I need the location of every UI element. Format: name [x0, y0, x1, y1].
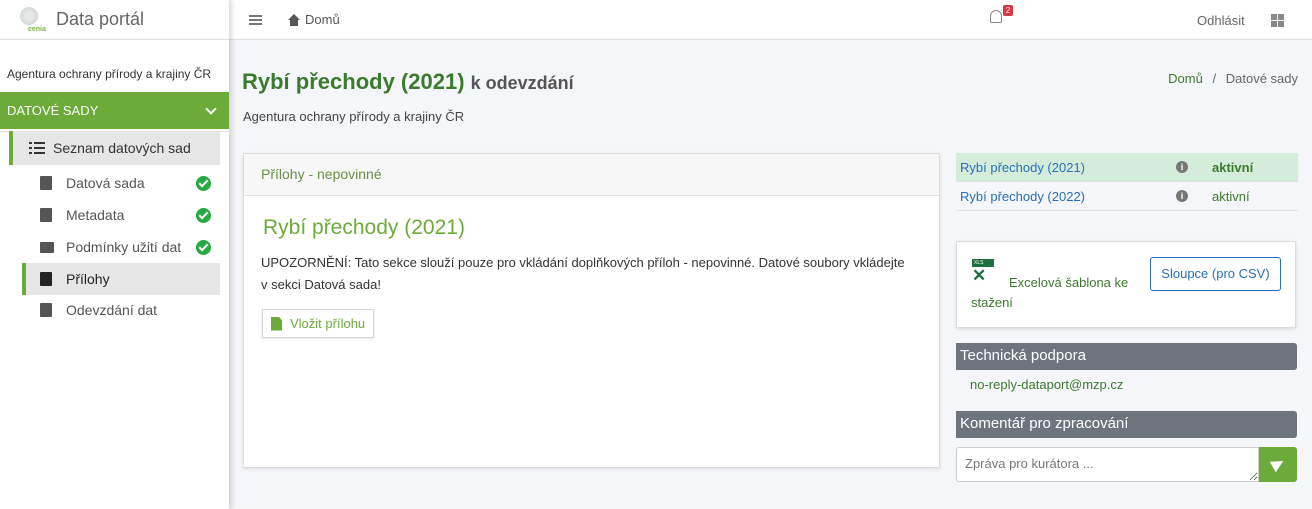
clipboard-check-icon — [40, 303, 52, 317]
page-subtitle: Agentura ochrany přírody a krajiny ČR — [243, 109, 465, 124]
support-header: Technická podpora — [956, 343, 1297, 370]
home-icon — [287, 13, 301, 26]
info-icon[interactable]: i — [1176, 161, 1188, 173]
sidebar-item-submission[interactable]: Odevzdání dat — [22, 294, 220, 326]
file-icon — [40, 272, 52, 286]
brand-name: Data portál — [56, 9, 145, 29]
breadcrumb: Domů / Datové sady — [1168, 71, 1298, 86]
cenia-logo: cenia — [18, 5, 48, 35]
bell-icon[interactable] — [990, 10, 1002, 23]
check-circle-icon — [196, 175, 211, 191]
list-icon — [29, 141, 45, 155]
sidebar-item-label: Seznam datových sad — [53, 140, 191, 156]
dataset-versions-table: Rybí přechody (2021) i aktivní Rybí přec… — [956, 153, 1298, 211]
breadcrumb-separator: / — [1212, 71, 1217, 86]
comment-header: Komentář pro zpracování — [956, 411, 1297, 438]
clipboard-list-icon — [40, 208, 52, 222]
add-attachment-button[interactable]: Vložit přílohu — [262, 309, 375, 338]
warning-text: UPOZORNĚNÍ: Tato sekce slouží pouze pro … — [261, 255, 905, 292]
clipboard-icon — [40, 176, 52, 190]
check-circle-icon — [196, 239, 211, 255]
version-link[interactable]: Rybí přechody (2021) — [960, 160, 1085, 175]
file-icon — [271, 316, 282, 331]
logout-link[interactable]: Odhlásit — [1197, 13, 1245, 28]
page-title-suffix: k odevzdání — [470, 73, 574, 93]
sidebar-item-label: Přílohy — [66, 271, 110, 287]
sidebar-item-attachments[interactable]: Přílohy — [22, 263, 220, 295]
page-title: Rybí přechody (2021) k odevzdání — [242, 69, 574, 95]
status-text: aktivní — [1212, 188, 1250, 204]
table-row: Rybí přechody (2022) i aktivní — [956, 182, 1298, 211]
support-email[interactable]: no-reply-dataport@mzp.cz — [970, 377, 1123, 392]
sidebar-item-label: Metadata — [66, 207, 125, 223]
datasets-section-header[interactable]: DATOVÉ SADY — [0, 92, 229, 129]
notification-badge: 2 — [1003, 5, 1013, 16]
sidebar-item-dataset-list[interactable]: Seznam datových sad — [9, 131, 220, 165]
excel-template-box: XLS ✕ Excelová šablona ke stažení Sloupc… — [956, 241, 1296, 328]
excel-template-link[interactable]: Excelová šablona ke stažení — [971, 273, 1161, 313]
version-link[interactable]: Rybí přechody (2022) — [960, 189, 1085, 204]
briefcase-icon — [40, 241, 54, 253]
sidebar-item-metadata[interactable]: Metadata — [22, 199, 220, 231]
home-link-label: Domů — [305, 12, 340, 27]
breadcrumb-home[interactable]: Domů — [1168, 71, 1203, 86]
top-navbar: Domů 2 Odhlásit — [229, 0, 1312, 40]
curator-message-input[interactable] — [956, 447, 1259, 482]
brand[interactable]: cenia Data portál — [0, 0, 229, 40]
sidebar-item-label: Datová sada — [66, 175, 145, 191]
card-title: Rybí přechody (2021) — [263, 216, 465, 239]
sidebar-item-label: Odevzdání dat — [66, 302, 158, 318]
columns-csv-button[interactable]: Sloupce (pro CSV) — [1150, 257, 1281, 291]
menu-icon[interactable] — [249, 15, 262, 25]
paper-plane-icon — [1269, 455, 1287, 473]
sidebar-item-label: Podmínky užití dat — [66, 239, 182, 255]
section-label: DATOVÉ SADY — [7, 103, 99, 118]
card-header: Přílohy - nepovinné — [244, 154, 939, 196]
sidebar-item-dataset[interactable]: Datová sada — [22, 167, 220, 199]
breadcrumb-current: Datové sady — [1225, 71, 1298, 86]
send-button[interactable] — [1259, 447, 1297, 482]
add-attachment-label: Vložit přílohu — [290, 316, 366, 331]
sidebar-item-terms[interactable]: Podmínky užití dat — [22, 231, 220, 263]
check-circle-icon — [196, 207, 211, 223]
info-icon[interactable]: i — [1176, 190, 1188, 202]
chevron-down-icon — [205, 102, 217, 115]
page-title-text: Rybí přechody (2021) — [242, 69, 465, 94]
status-text: aktivní — [1212, 159, 1254, 175]
home-link[interactable]: Domů — [287, 12, 340, 27]
sidebar: cenia Data portál Agentura ochrany příro… — [0, 0, 229, 509]
table-row: Rybí přechody (2021) i aktivní — [956, 153, 1298, 182]
grid-icon[interactable] — [1271, 14, 1284, 27]
attachments-card: Přílohy - nepovinné Rybí přechody (2021)… — [243, 153, 940, 468]
